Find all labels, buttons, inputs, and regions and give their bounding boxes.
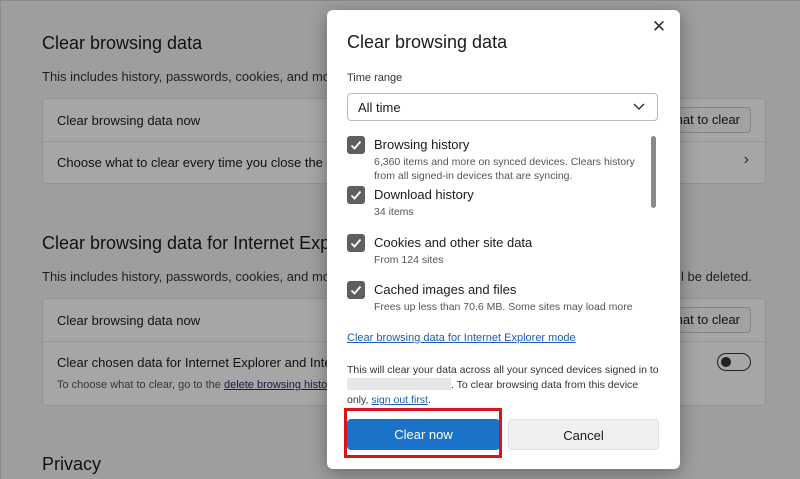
time-range-value: All time — [358, 100, 401, 115]
checkbox[interactable] — [347, 234, 365, 252]
cancel-button[interactable]: Cancel — [508, 419, 659, 450]
time-range-select[interactable]: All time — [347, 93, 658, 121]
option-desc: 34 items — [374, 206, 414, 218]
option-title: Cached images and files — [374, 282, 517, 297]
checkbox[interactable] — [347, 136, 365, 154]
checkbox[interactable] — [347, 186, 365, 204]
dialog-title: Clear browsing data — [347, 32, 508, 52]
clear-ie-mode-link[interactable]: Clear browsing data for Internet Explore… — [347, 332, 576, 344]
sync-note-end: . — [427, 394, 431, 406]
data-type-list[interactable]: Browsing history 6,360 items and more on… — [347, 134, 658, 320]
sign-out-link[interactable]: sign out first — [371, 394, 428, 406]
redacted-account — [347, 378, 451, 390]
list-scrollbar[interactable] — [651, 136, 656, 208]
clear-browsing-data-dialog: Clear browsing data ✕ Time range All tim… — [327, 10, 680, 469]
close-icon[interactable]: ✕ — [650, 18, 668, 36]
option-desc: From 124 sites — [374, 254, 444, 266]
sync-note-text: This will clear your data across all you… — [347, 364, 659, 376]
check-icon — [350, 190, 362, 200]
option-title: Cookies and other site data — [374, 235, 533, 250]
option-desc: 6,360 items and more on synced devices. … — [374, 156, 635, 182]
option-title: Browsing history — [374, 137, 470, 152]
time-range-label: Time range — [347, 72, 403, 84]
option-title: Download history — [374, 187, 474, 202]
checkbox[interactable] — [347, 281, 365, 299]
option-desc: Frees up less than 70.6 MB. Some sites m… — [374, 301, 633, 313]
chevron-down-icon — [633, 103, 645, 110]
sync-note: This will clear your data across all you… — [347, 363, 662, 408]
highlight-box — [344, 408, 502, 458]
check-icon — [350, 140, 362, 150]
check-icon — [350, 285, 362, 295]
check-icon — [350, 238, 362, 248]
